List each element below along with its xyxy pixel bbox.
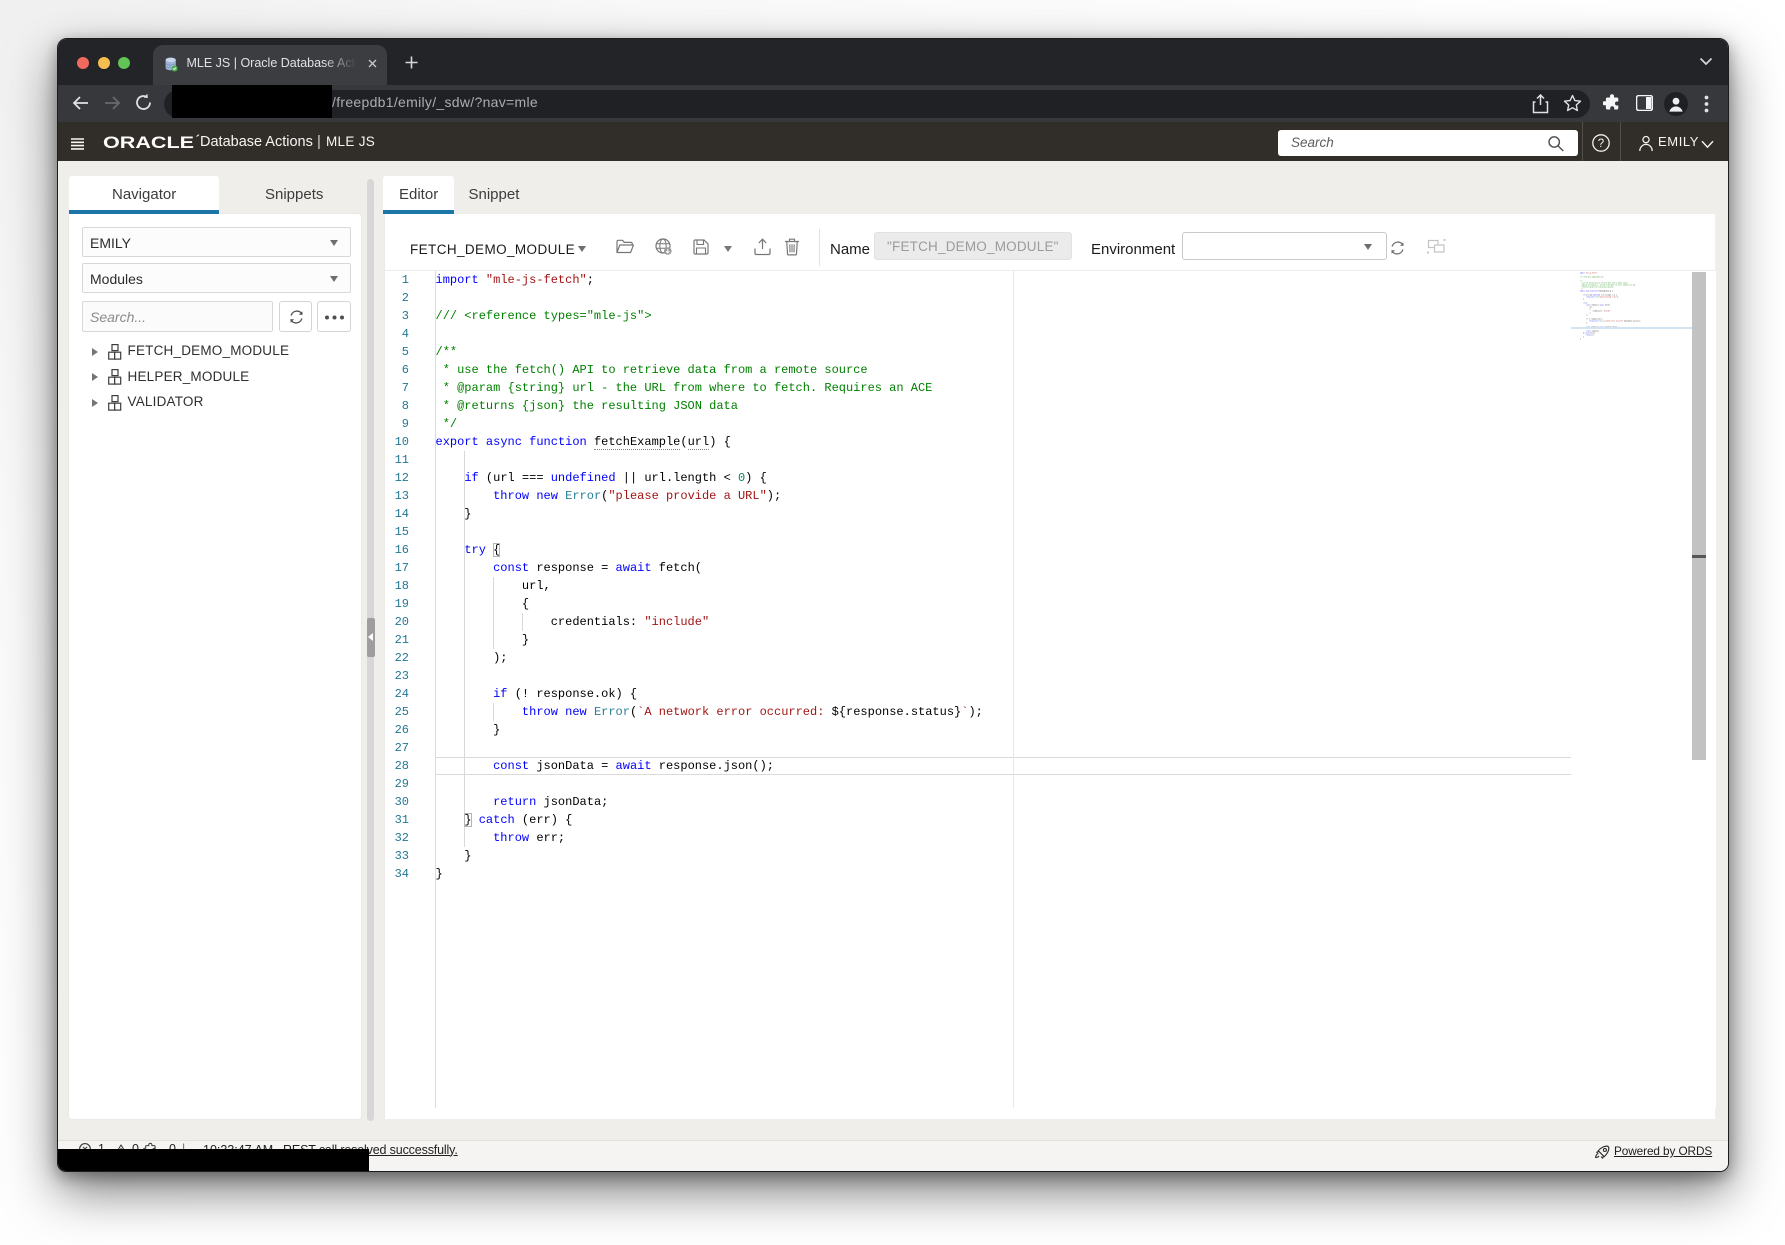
svg-text:?: ? (1597, 138, 1603, 150)
svg-text:ORACLE: ORACLE (103, 134, 194, 151)
